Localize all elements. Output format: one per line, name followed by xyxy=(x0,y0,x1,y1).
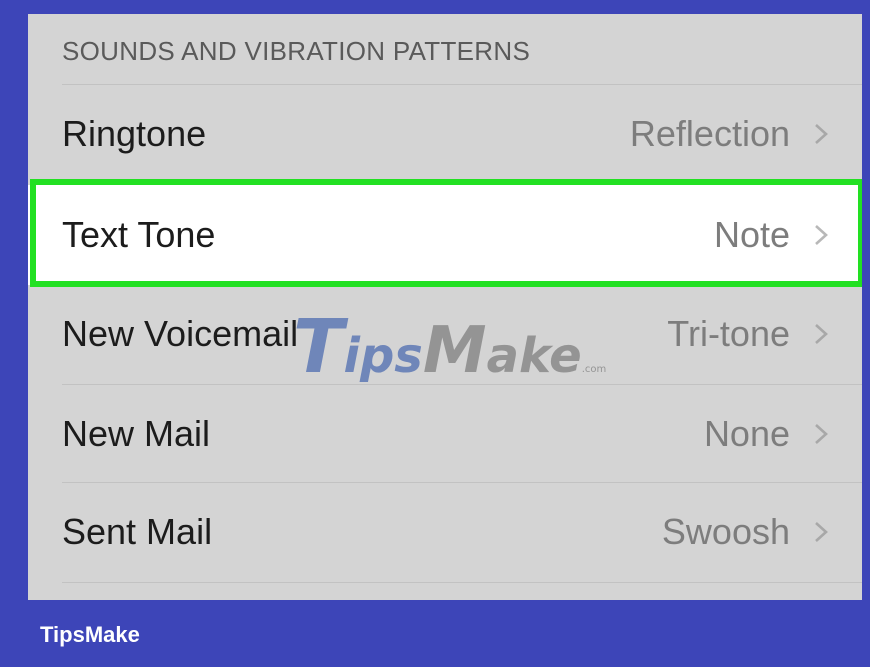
new-voicemail-label: New Voicemail xyxy=(62,313,299,354)
row-separator xyxy=(62,582,862,583)
text-tone-row[interactable]: Text Tone Note xyxy=(28,185,862,285)
text-tone-value: Note xyxy=(713,214,790,255)
new-mail-label: New Mail xyxy=(62,413,211,454)
settings-screen: SOUNDS AND VIBRATION PATTERNS Ringtone R… xyxy=(28,14,862,600)
ringtone-value: Reflection xyxy=(629,113,790,154)
section-header: SOUNDS AND VIBRATION PATTERNS xyxy=(62,36,531,66)
sent-mail-value: Swoosh xyxy=(661,511,790,552)
footer-brand: TipsMake xyxy=(40,622,140,647)
row-separator xyxy=(62,482,862,483)
ringtone-row[interactable]: Ringtone Reflection xyxy=(28,84,862,184)
chevron-right-icon xyxy=(815,324,828,344)
ringtone-label: Ringtone xyxy=(62,113,207,154)
new-voicemail-row[interactable]: New Voicemail Tri-tone xyxy=(28,284,862,384)
sent-mail-label: Sent Mail xyxy=(62,511,213,552)
row-separator xyxy=(62,384,862,385)
new-mail-row[interactable]: New Mail None xyxy=(28,384,862,484)
text-tone-label: Text Tone xyxy=(62,214,216,255)
chevron-right-icon xyxy=(815,225,828,245)
list-bottom xyxy=(28,582,862,600)
chevron-right-icon xyxy=(815,522,828,542)
chevron-right-icon xyxy=(815,424,828,444)
sent-mail-row[interactable]: Sent Mail Swoosh xyxy=(28,482,862,582)
chevron-right-icon xyxy=(815,124,828,144)
new-mail-value: None xyxy=(703,413,790,454)
row-separator xyxy=(62,84,862,85)
new-voicemail-value: Tri-tone xyxy=(667,313,790,354)
